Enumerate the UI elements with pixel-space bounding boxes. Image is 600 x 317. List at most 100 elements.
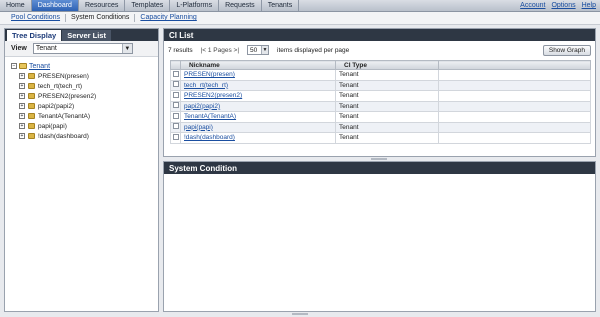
column-blank bbox=[438, 60, 591, 70]
ci-type-cell: Tenant bbox=[335, 111, 439, 123]
folder-icon bbox=[28, 93, 35, 99]
nickname-link[interactable]: papi(papi) bbox=[184, 124, 213, 131]
view-row: View Tenant ▼ bbox=[5, 41, 158, 57]
tab-resources[interactable]: Resources bbox=[79, 0, 126, 11]
nickname-cell: tech_rt(tech_rt) bbox=[180, 79, 336, 91]
table-row: tech_rt(tech_rt) Tenant bbox=[170, 79, 591, 91]
account-link[interactable]: Account bbox=[520, 2, 545, 9]
tree-node[interactable]: + !dash(dashboard) bbox=[11, 131, 158, 141]
options-link[interactable]: Options bbox=[551, 2, 575, 9]
show-graph-button[interactable]: Show Graph bbox=[542, 45, 591, 56]
row-checkbox[interactable] bbox=[173, 112, 179, 119]
tab-tenants[interactable]: Tenants bbox=[262, 0, 300, 11]
collapse-icon[interactable]: − bbox=[11, 63, 17, 69]
ci-toolbar: 7 results |< 1 Pages >| 50 ▼ items displ… bbox=[164, 43, 595, 57]
tree-node-label: PRESEN2(presen2) bbox=[38, 92, 97, 100]
nickname-link[interactable]: papi2(papi2) bbox=[184, 103, 220, 110]
tree-node-label: PRESEN(presen) bbox=[38, 72, 89, 80]
tree-node[interactable]: + TenantA(TenantA) bbox=[11, 111, 158, 121]
table-row: !dash(dashboard) Tenant bbox=[170, 132, 591, 144]
bottom-splitter-grip-icon[interactable] bbox=[292, 313, 308, 315]
row-checkbox-cell bbox=[170, 69, 181, 81]
folder-open-icon bbox=[19, 63, 27, 69]
nickname-cell: PRESEN(presen) bbox=[180, 69, 336, 81]
row-checkbox[interactable] bbox=[173, 91, 179, 98]
row-checkbox-cell bbox=[170, 79, 181, 91]
nickname-link[interactable]: TenantA(TenantA) bbox=[184, 113, 236, 120]
help-link[interactable]: Help bbox=[582, 2, 596, 9]
tab-requests[interactable]: Requests bbox=[219, 0, 262, 11]
tree-node[interactable]: + tech_rt(tech_rt) bbox=[11, 81, 158, 91]
subnav-pool-conditions[interactable]: Pool Conditions bbox=[6, 14, 67, 22]
system-condition-title: System Condition bbox=[164, 162, 595, 174]
ci-type-cell: Tenant bbox=[335, 132, 439, 144]
nickname-link[interactable]: tech_rt(tech_rt) bbox=[184, 82, 228, 89]
nickname-link[interactable]: PRESEN2(presen2) bbox=[184, 92, 242, 99]
tree-node-label: tech_rt(tech_rt) bbox=[38, 82, 83, 90]
nickname-cell: TenantA(TenantA) bbox=[180, 111, 336, 123]
subnav-capacity-planning[interactable]: Capacity Planning bbox=[135, 14, 201, 22]
row-checkbox[interactable] bbox=[173, 102, 179, 109]
row-checkbox-cell bbox=[170, 132, 181, 144]
nickname-cell: PRESEN2(presen2) bbox=[180, 90, 336, 102]
top-nav: Home Dashboard Resources Templates L-Pla… bbox=[0, 0, 600, 12]
blank-cell bbox=[438, 121, 591, 133]
splitter-grip-icon[interactable] bbox=[371, 158, 387, 160]
blank-cell bbox=[438, 79, 591, 91]
tree-node[interactable]: + papi2(papi2) bbox=[11, 101, 158, 111]
ci-type-cell: Tenant bbox=[335, 100, 439, 112]
tab-templates[interactable]: Templates bbox=[125, 0, 171, 11]
subnav-system-conditions[interactable]: System Conditions bbox=[66, 14, 136, 22]
per-page-value: 50 bbox=[250, 46, 258, 54]
blank-cell bbox=[438, 90, 591, 102]
chevron-down-icon: ▼ bbox=[261, 46, 269, 54]
row-checkbox[interactable] bbox=[173, 123, 179, 130]
expand-icon[interactable]: + bbox=[19, 83, 25, 89]
blank-cell bbox=[438, 111, 591, 123]
view-label: View bbox=[11, 45, 27, 52]
view-select[interactable]: Tenant ▼ bbox=[32, 43, 133, 54]
pager[interactable]: |< 1 Pages >| bbox=[201, 47, 239, 54]
nickname-cell: papi(papi) bbox=[180, 121, 336, 133]
ci-list-title: CI List bbox=[164, 29, 595, 41]
row-checkbox[interactable] bbox=[173, 70, 179, 77]
row-checkbox[interactable] bbox=[173, 133, 179, 140]
expand-icon[interactable]: + bbox=[19, 103, 25, 109]
folder-icon bbox=[28, 133, 35, 139]
column-nickname[interactable]: Nickname bbox=[180, 60, 336, 70]
nickname-link[interactable]: !dash(dashboard) bbox=[184, 134, 235, 141]
blank-cell bbox=[438, 132, 591, 144]
tree-node[interactable]: + PRESEN(presen) bbox=[11, 71, 158, 81]
tab-dashboard[interactable]: Dashboard bbox=[31, 0, 79, 11]
expand-icon[interactable]: + bbox=[19, 133, 25, 139]
tree-node-label: TenantA(TenantA) bbox=[38, 112, 91, 120]
select-all-header bbox=[170, 60, 181, 70]
row-checkbox-cell bbox=[170, 121, 181, 133]
table-row: papi2(papi2) Tenant bbox=[170, 100, 591, 112]
chevron-down-icon: ▼ bbox=[121, 44, 132, 53]
per-page-select[interactable]: 50 ▼ bbox=[247, 45, 270, 55]
tab-server-list[interactable]: Server List bbox=[62, 30, 111, 41]
view-select-value: Tenant bbox=[35, 45, 57, 52]
ci-type-cell: Tenant bbox=[335, 69, 439, 81]
tree-node[interactable]: + PRESEN2(presen2) bbox=[11, 91, 158, 101]
column-ci-type[interactable]: CI Type bbox=[335, 60, 439, 70]
expand-icon[interactable]: + bbox=[19, 93, 25, 99]
system-condition-panel: System Condition bbox=[163, 161, 596, 312]
expand-icon[interactable]: + bbox=[19, 123, 25, 129]
expand-icon[interactable]: + bbox=[19, 73, 25, 79]
nickname-link[interactable]: PRESEN(presen) bbox=[184, 71, 235, 78]
tab-home[interactable]: Home bbox=[0, 0, 32, 11]
tab-tree-display[interactable]: Tree Display bbox=[7, 30, 62, 41]
ci-type-cell: Tenant bbox=[335, 90, 439, 102]
table-row: TenantA(TenantA) Tenant bbox=[170, 111, 591, 123]
tree-node[interactable]: + papi(papi) bbox=[11, 121, 158, 131]
row-checkbox[interactable] bbox=[173, 81, 179, 88]
tab-l-platforms[interactable]: L-Platforms bbox=[170, 0, 220, 11]
tree-root-label[interactable]: Tenant bbox=[29, 63, 50, 70]
folder-icon bbox=[28, 123, 35, 129]
blank-cell bbox=[438, 69, 591, 81]
table-row: PRESEN(presen) Tenant bbox=[170, 69, 591, 81]
tenant-tree: − Tenant + PRESEN(presen) + tech_rt(tech… bbox=[5, 57, 158, 141]
expand-icon[interactable]: + bbox=[19, 113, 25, 119]
